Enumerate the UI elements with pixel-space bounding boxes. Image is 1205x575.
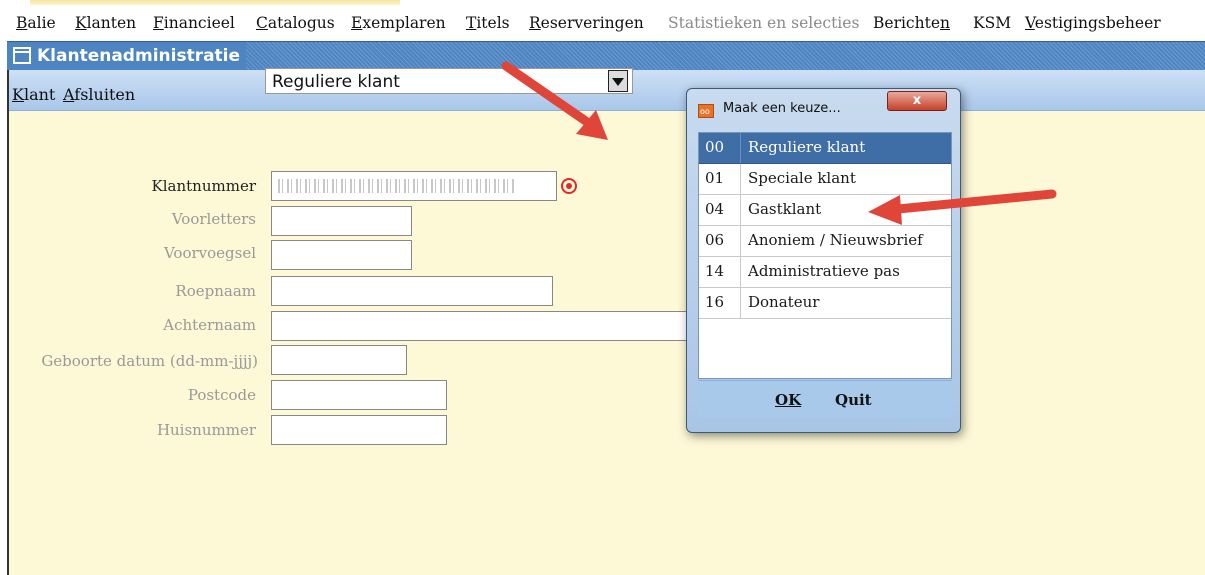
arrow-to-gastklant xyxy=(868,189,1057,225)
annotation-arrows xyxy=(501,61,1057,225)
arrow-to-dropdown xyxy=(501,61,608,140)
